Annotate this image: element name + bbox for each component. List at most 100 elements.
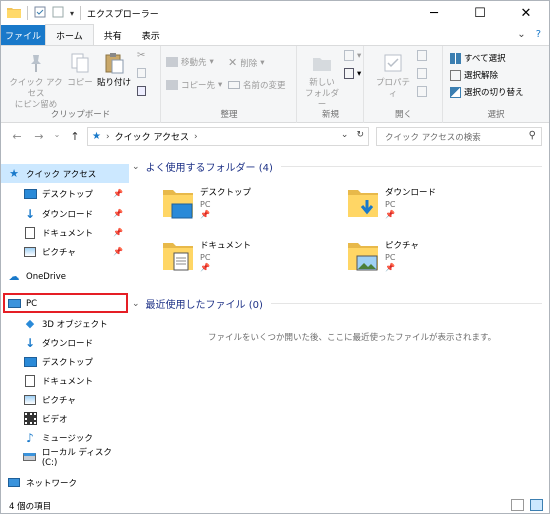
- new-folder-button[interactable]: 新しい フォルダー: [302, 52, 342, 111]
- edit-button[interactable]: [417, 68, 427, 79]
- tab-home[interactable]: ホーム: [45, 24, 94, 45]
- document-icon: [23, 374, 37, 387]
- nav-pc-desktop[interactable]: デスクトップ: [1, 352, 129, 371]
- new-item-button[interactable]: ▾: [344, 50, 361, 61]
- new-folder-qat-icon[interactable]: [52, 6, 64, 21]
- address-row: ← → ⌄ ↑ ★ › クイック アクセス › ⌄ ↻ クイック アクセスの検索…: [1, 124, 549, 150]
- recent-locations-chevron-icon[interactable]: ⌄: [53, 130, 61, 143]
- pictures-folder-icon: [347, 239, 379, 281]
- select-none-button[interactable]: 選択解除: [450, 69, 498, 81]
- large-icons-view-icon[interactable]: [530, 499, 543, 511]
- nav-onedrive[interactable]: ☁ OneDrive: [1, 267, 129, 286]
- nav-pc-videos[interactable]: ビデオ: [1, 409, 129, 428]
- ribbon: クイック アクセス にピン留め コピー 貼り付け ✂ クリップボード 移動先 ▾…: [1, 45, 549, 123]
- pin-icon: 📌: [113, 247, 123, 256]
- film-icon: [23, 412, 37, 425]
- invert-selection-button[interactable]: 選択の切り替え: [450, 86, 524, 98]
- delete-button[interactable]: ✕ 削除 ▾: [228, 56, 265, 69]
- refresh-icon[interactable]: ↻: [356, 130, 364, 140]
- nav-qa-desktop[interactable]: デスクトップ 📌: [1, 184, 129, 203]
- open-icon: [417, 50, 427, 61]
- move-to-button[interactable]: 移動先 ▾: [166, 56, 214, 68]
- delete-icon: ✕: [228, 56, 238, 69]
- maximize-button[interactable]: ☐: [457, 1, 503, 25]
- folder-tile-pictures[interactable]: ピクチャ PC 📌: [347, 239, 527, 281]
- search-input[interactable]: クイック アクセスの検索 ⚲: [376, 127, 542, 146]
- pin-icon: 📌: [385, 210, 395, 219]
- nav-qa-documents[interactable]: ドキュメント 📌: [1, 223, 129, 242]
- nav-pc-music[interactable]: ♪ ミュージック: [1, 428, 129, 447]
- paste-shortcut-button[interactable]: [137, 86, 146, 96]
- pin-icon: [7, 52, 65, 78]
- search-icon[interactable]: ⚲: [529, 130, 536, 141]
- forward-arrow-icon[interactable]: →: [31, 130, 47, 143]
- copy-path-button[interactable]: [137, 68, 146, 78]
- folder-tile-documents[interactable]: ドキュメント PC 📌: [162, 239, 342, 281]
- nav-pc-desktop-label: デスクトップ: [42, 357, 94, 368]
- help-icon[interactable]: ?: [536, 29, 541, 40]
- frequent-folders-header[interactable]: ⌄ よく使用するフォルダー (4): [132, 159, 542, 174]
- nav-qa-pictures[interactable]: ピクチャ 📌: [1, 242, 129, 261]
- tab-file[interactable]: ファイル: [1, 25, 45, 45]
- folder-icon: [7, 6, 21, 21]
- chevron-down-icon[interactable]: ⌄: [517, 29, 525, 40]
- chevron-down-icon: ▾: [218, 80, 223, 90]
- nav-network[interactable]: ネットワーク: [1, 473, 129, 492]
- recent-files-title: 最近使用したファイル (0): [145, 300, 263, 311]
- up-arrow-icon[interactable]: ↑: [67, 130, 83, 143]
- nav-pc-documents[interactable]: ドキュメント: [1, 371, 129, 390]
- navigation-pane: ★ クイック アクセス デスクトップ 📌 ↓ ダウンロード 📌 ドキュメント 📌…: [1, 151, 131, 497]
- nav-pc-downloads-label: ダウンロード: [42, 338, 94, 349]
- folder-info: ピクチャ PC 📌: [385, 239, 419, 281]
- open-group-label: 開く: [394, 110, 412, 120]
- divider: [280, 166, 542, 167]
- copy-button[interactable]: コピー: [67, 52, 93, 89]
- cut-button[interactable]: ✂: [137, 50, 145, 61]
- folder-info: ドキュメント PC 📌: [200, 239, 251, 281]
- properties-qat-icon[interactable]: [34, 6, 46, 21]
- history-button[interactable]: [417, 86, 427, 97]
- nav-qa-documents-label: ドキュメント: [42, 228, 94, 239]
- back-arrow-icon[interactable]: ←: [9, 130, 25, 143]
- copy-to-button[interactable]: コピー先 ▾: [166, 79, 222, 91]
- tab-view[interactable]: 表示: [132, 25, 170, 45]
- nav-quick-access[interactable]: ★ クイック アクセス: [1, 164, 129, 183]
- download-arrow-icon: ↓: [24, 206, 36, 221]
- folder-tile-desktop[interactable]: デスクトップ PC 📌: [162, 186, 342, 228]
- minimize-button[interactable]: ─: [411, 1, 457, 25]
- nav-qa-downloads-label: ダウンロード: [42, 209, 94, 220]
- details-view-icon[interactable]: [511, 499, 524, 511]
- rename-button[interactable]: 名前の変更: [228, 79, 286, 91]
- open-button[interactable]: [417, 50, 427, 61]
- folder-tile-downloads[interactable]: ダウンロード PC 📌: [347, 186, 527, 228]
- nav-pc-local-disk[interactable]: ローカル ディスク (C:): [1, 447, 129, 468]
- history-icon: [417, 86, 427, 97]
- close-button[interactable]: ✕: [503, 1, 549, 25]
- nav-pc-pictures-label: ピクチャ: [42, 395, 76, 406]
- address-bar[interactable]: ★ › クイック アクセス › ⌄ ↻: [87, 127, 369, 146]
- nav-pc-downloads[interactable]: ↓ ダウンロード: [1, 333, 129, 352]
- ribbon-right-controls: ⌄ ?: [517, 29, 541, 40]
- desktop-icon: [23, 356, 37, 368]
- nav-network-label: ネットワーク: [26, 478, 78, 489]
- window-title: エクスプローラー: [87, 9, 159, 20]
- downloads-folder-icon: [347, 186, 379, 228]
- nav-qa-downloads[interactable]: ↓ ダウンロード 📌: [1, 204, 129, 223]
- nav-pc-pictures[interactable]: ピクチャ: [1, 390, 129, 409]
- pin-quick-access-button[interactable]: クイック アクセス にピン留め: [7, 52, 65, 111]
- clipboard-group-label: クリップボード: [50, 110, 111, 120]
- easy-access-button[interactable]: ▾: [344, 68, 361, 79]
- pictures-icon: [23, 246, 37, 258]
- qat-dropdown-icon[interactable]: ▾: [70, 9, 74, 18]
- separator: [27, 6, 28, 20]
- open-group: プロパティ 開く: [365, 46, 443, 123]
- recent-files-header[interactable]: ⌄ 最近使用したファイル (0): [132, 296, 542, 311]
- document-icon: [23, 226, 37, 239]
- properties-button[interactable]: プロパティ: [373, 52, 413, 100]
- select-all-button[interactable]: すべて選択: [450, 52, 506, 64]
- paste-button[interactable]: 貼り付け: [97, 52, 131, 89]
- chevron-down-icon[interactable]: ⌄: [341, 130, 349, 140]
- nav-pc-3d-objects[interactable]: ◆ 3D オブジェクト: [1, 314, 129, 333]
- breadcrumb-quick-access[interactable]: クイック アクセス: [115, 130, 189, 143]
- tab-share[interactable]: 共有: [94, 25, 132, 45]
